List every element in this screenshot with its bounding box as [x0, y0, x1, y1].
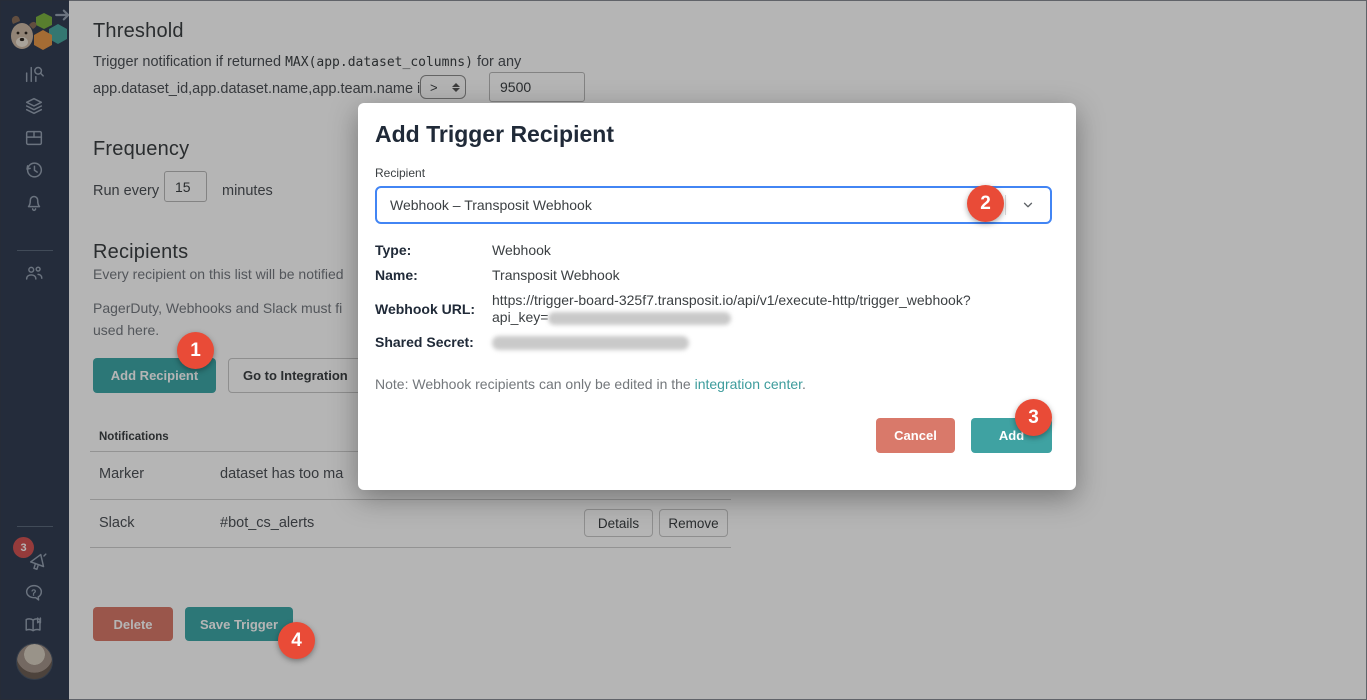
type-value: Webhook	[492, 242, 551, 259]
cancel-button[interactable]: Cancel	[876, 418, 955, 453]
step-badge-2: 2	[967, 185, 1004, 222]
step-badge-3: 3	[1015, 399, 1052, 436]
integration-center-link[interactable]: integration center	[695, 376, 802, 392]
chevron-down-icon[interactable]	[1006, 198, 1050, 212]
modal-title: Add Trigger Recipient	[375, 121, 1052, 148]
redacted-shared-secret	[492, 336, 689, 350]
app-window: 3 ? Threshold Trigger notification if re…	[0, 0, 1367, 700]
step-badge-4: 4	[278, 622, 315, 659]
webhook-url-label: Webhook URL:	[375, 301, 492, 318]
recipient-dropdown-value: Webhook – Transposit Webhook	[377, 197, 1005, 213]
webhook-note: Note: Webhook recipients can only be edi…	[375, 376, 1052, 392]
shared-secret-label: Shared Secret:	[375, 334, 492, 351]
redacted-api-key	[548, 312, 731, 325]
recipient-label: Recipient	[375, 166, 1052, 180]
name-value: Transposit Webhook	[492, 267, 620, 284]
type-label: Type:	[375, 242, 492, 259]
add-trigger-recipient-modal: Add Trigger Recipient Recipient Webhook …	[358, 103, 1076, 490]
name-label: Name:	[375, 267, 492, 284]
webhook-url-value: https://trigger-board-325f7.transposit.i…	[492, 292, 971, 326]
step-badge-1: 1	[177, 332, 214, 369]
recipient-details: Type: Webhook Name: Transposit Webhook W…	[375, 242, 1052, 351]
modal-actions: Cancel Add	[375, 418, 1052, 453]
recipient-dropdown[interactable]: Webhook – Transposit Webhook	[375, 186, 1052, 224]
